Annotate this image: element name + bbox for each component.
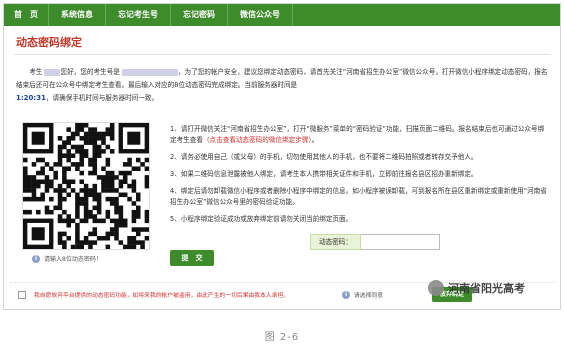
nav-system-info[interactable]: 系统信息 xyxy=(49,4,106,26)
page-title: 动态密码绑定 xyxy=(16,36,82,49)
server-time: 1:20:31 xyxy=(16,94,46,102)
step-text: 小程序绑定验证成功或放弃绑定前请勿关闭当前绑定页面。 xyxy=(180,215,353,223)
wechat-binding-steps-link[interactable]: （点击查看动态密码的微信绑定步骤） xyxy=(203,136,312,144)
step-item: 2、请务必使用自己（或父母）的手机，切勿使用其他人的手机，也不要将二维码拍照或者… xyxy=(170,152,550,163)
step-text: 如果二维码信息泄露被他人绑定，请考生本人携带相关证件和手机，立即前往报名县区招办… xyxy=(180,170,478,178)
agree-hint-text: 请选择同意 xyxy=(354,293,383,299)
intro-part1: 考生 xyxy=(29,68,43,76)
wechat-logo-icon xyxy=(428,280,444,296)
watermark-text: 河南省阳光高考 xyxy=(448,282,525,295)
nav-forgot-exam-number[interactable]: 忘记考生号 xyxy=(106,4,171,26)
watermark: 河南省阳光高考 xyxy=(428,280,525,296)
title-divider xyxy=(14,54,550,55)
waiver-row: 我自愿放弃平台提供的动态密码功能，如将来我的帐户被盗用，由此产生的一切后果由我本… xyxy=(18,290,289,299)
step-text-end: 。 xyxy=(311,136,319,144)
info-icon: i xyxy=(32,254,40,263)
waiver-text: 我自愿放弃平台提供的动态密码功能，如将来我的帐户被盗用，由此产生的一切后果由我本… xyxy=(34,293,290,299)
step-number: 3、 xyxy=(170,170,181,178)
nav-home[interactable]: 首 页 xyxy=(4,4,49,26)
intro-part3: ，为了您的帐户安全，建议您绑定动态密码，请首先关注“河南省招生办公室”微信公众 xyxy=(177,68,429,76)
nav-forgot-password[interactable]: 忘记密码 xyxy=(171,4,228,26)
qr-code xyxy=(22,122,150,250)
step-text: 请务必使用自己（或父母）的手机，切勿使用其他人的手机，也不要将二维码拍照或者转存… xyxy=(180,153,478,161)
submit-button[interactable]: 提 交 xyxy=(170,250,214,266)
masked-name xyxy=(44,68,61,76)
step-item: 4、绑定后请勿卸载微信小程序或者删除小程序中绑定的信息。如小程序被误卸载，可到报… xyxy=(170,186,550,208)
step-number: 1、 xyxy=(170,125,181,133)
page: 首 页 系统信息 忘记考生号 忘记密码 微信公众号 动态密码绑定 考生 您好，您… xyxy=(0,0,564,354)
qr-hint-text: 请输入8位动态密码！ xyxy=(44,256,102,263)
dynamic-code-label: 动态密码： xyxy=(310,234,361,250)
step-item: 1、请打开微信关注“河南省招生办公室”，打开“微服务”菜单的“密码验证”功能，扫… xyxy=(170,124,550,146)
dynamic-code-row: 动态密码： xyxy=(310,234,440,250)
binding-panel: 首 页 系统信息 忘记考生号 忘记密码 微信公众号 动态密码绑定 考生 您好，您… xyxy=(3,3,561,310)
dynamic-code-input[interactable] xyxy=(360,234,440,250)
info-icon: i xyxy=(342,290,350,299)
top-navbar: 首 页 系统信息 忘记考生号 忘记密码 微信公众号 xyxy=(4,4,560,26)
step-number: 5、 xyxy=(170,215,181,223)
step-item: 3、如果二维码信息泄露被他人绑定，请考生本人携带相关证件和手机，立即前往报名县区… xyxy=(170,169,550,180)
step-item: 5、小程序绑定验证成功或放弃绑定前请勿关闭当前绑定页面。 xyxy=(170,214,550,225)
agree-hint: i 请选择同意 xyxy=(342,290,383,299)
figure-caption: 图 2-6 xyxy=(264,332,300,343)
intro-text: 考生 您好，您的考生号是 ，为了您的帐户安全，建议您绑定动态密码，请首先关注“河… xyxy=(16,66,548,105)
steps-list: 1、请打开微信关注“河南省招生办公室”，打开“微服务”菜单的“密码验证”功能，扫… xyxy=(170,124,550,231)
qr-hint: i 请输入8位动态密码！ xyxy=(32,254,102,263)
step-number: 4、 xyxy=(170,187,181,195)
step-number: 2、 xyxy=(170,153,181,161)
nav-wechat-account[interactable]: 微信公众号 xyxy=(228,4,293,26)
waiver-checkbox[interactable] xyxy=(18,290,26,299)
masked-exam-number xyxy=(121,68,178,76)
step-text: 绑定后请勿卸载微信小程序或者删除小程序中绑定的信息。如小程序被误卸载，可到报名所… xyxy=(170,187,547,206)
intro-part5: ，请确保手机时间与服务器时间一致。 xyxy=(45,94,159,102)
qr-code-image xyxy=(23,123,150,250)
intro-part2: 您好，您的考生号是 xyxy=(60,68,120,76)
